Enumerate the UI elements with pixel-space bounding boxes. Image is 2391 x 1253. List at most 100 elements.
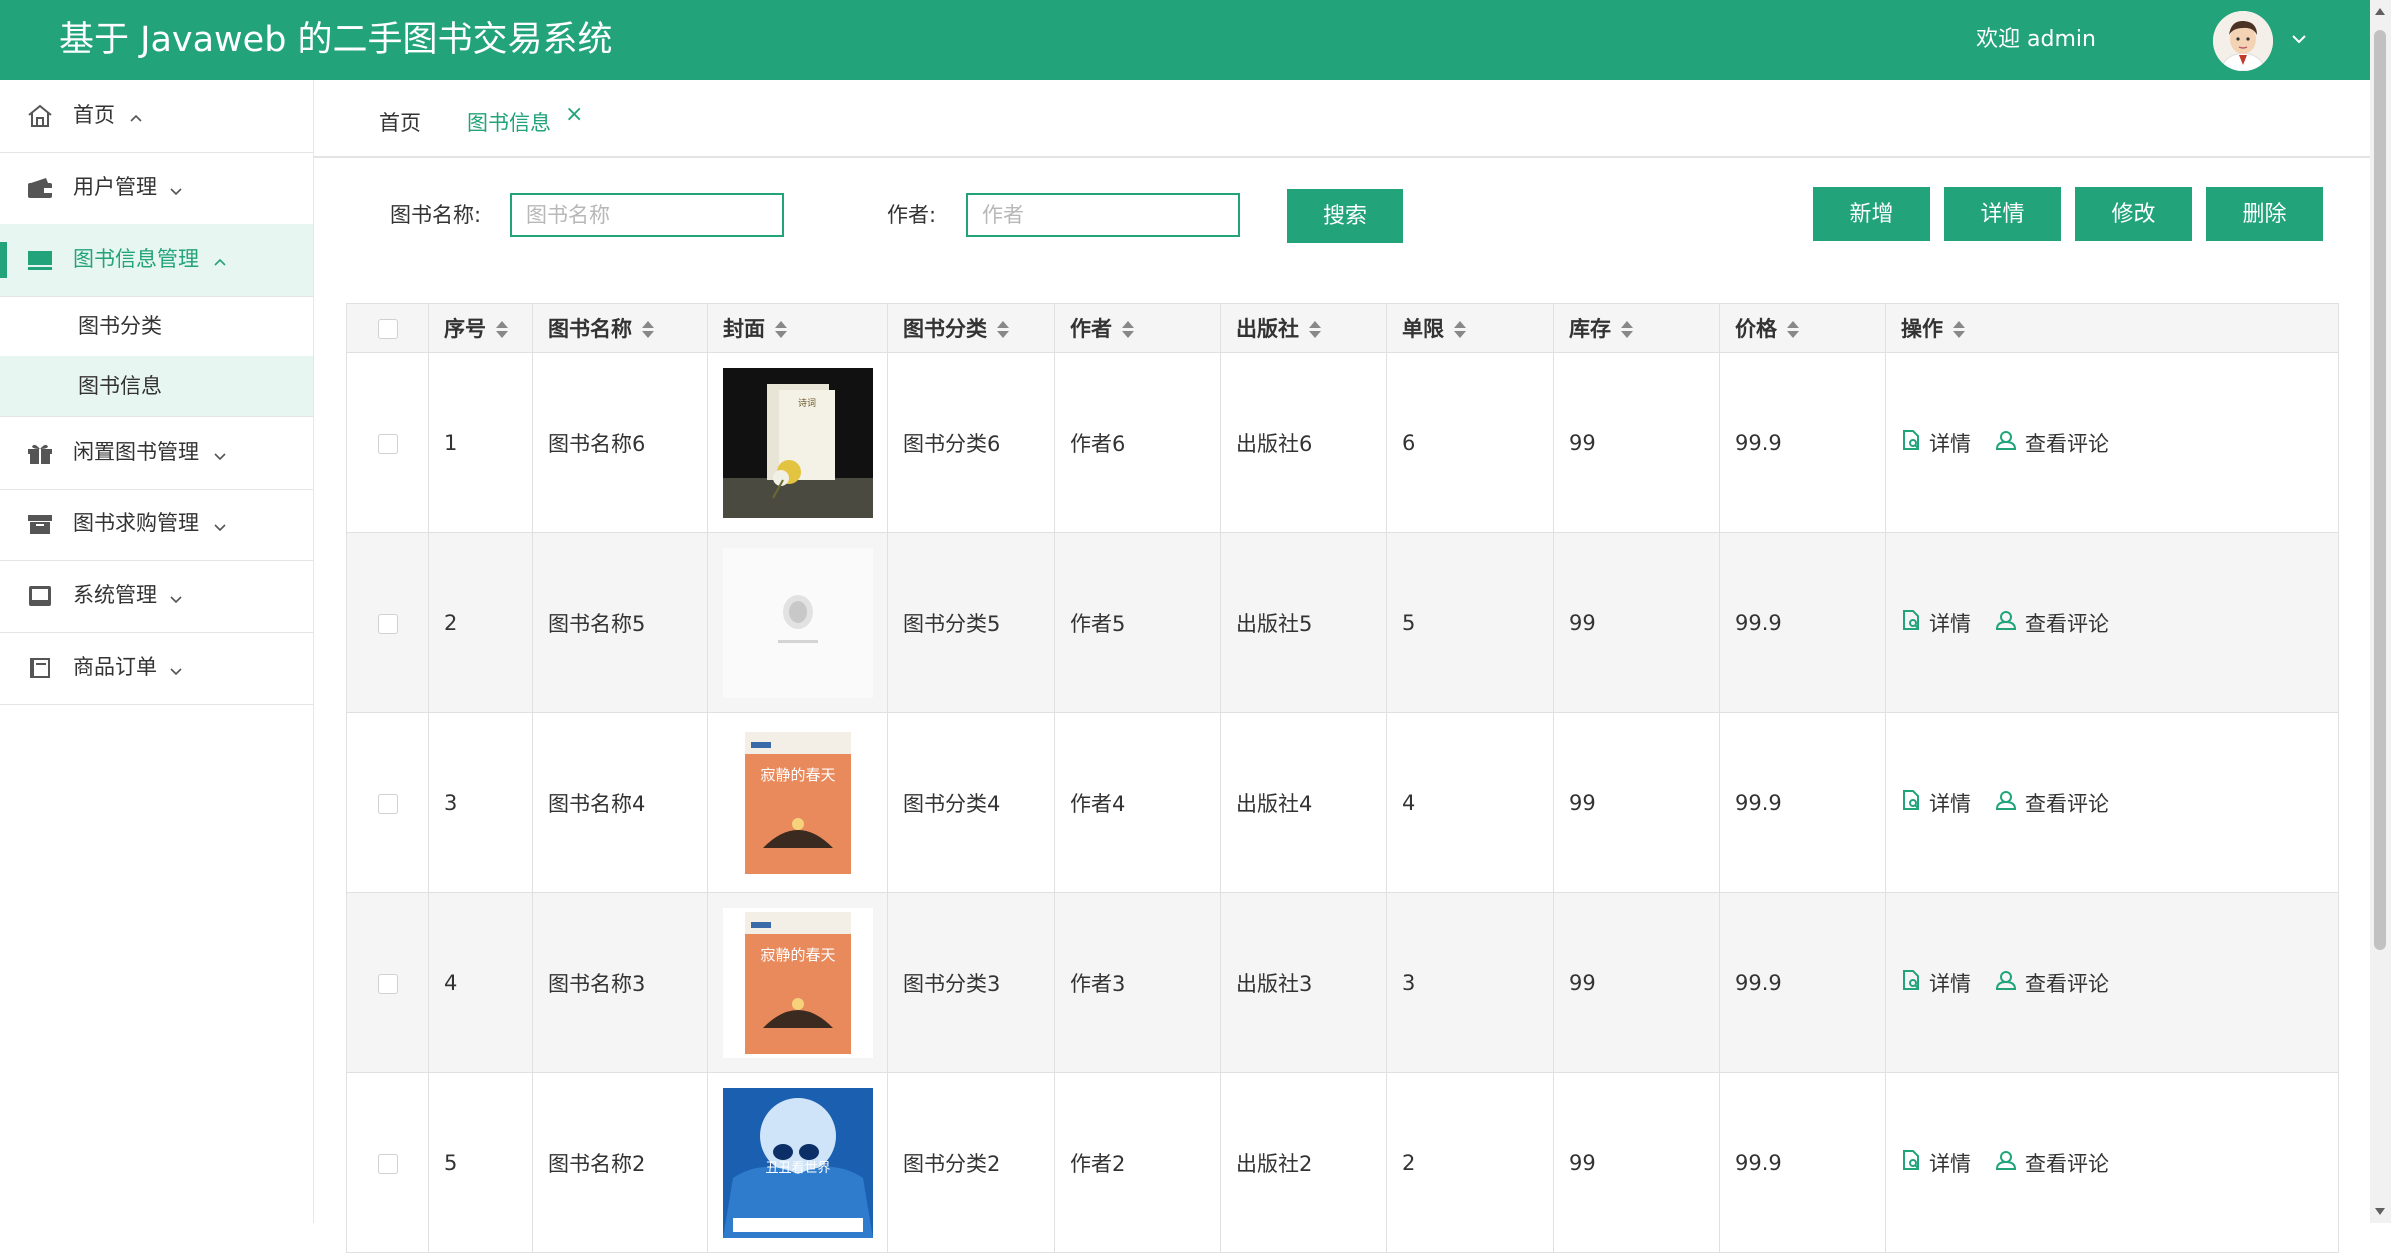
row-select-cell[interactable] (346, 892, 429, 1073)
select-all-checkbox[interactable] (377, 319, 398, 339)
row-comments-link[interactable]: 查看评论 (1995, 608, 2109, 638)
sidebar-subitem-book-info[interactable]: 图书信息 (0, 356, 313, 416)
monitor-icon (26, 248, 54, 272)
row-checkbox[interactable] (377, 973, 398, 994)
col-header-no[interactable]: 序号 (428, 303, 533, 353)
row-select-cell[interactable] (346, 712, 429, 893)
row-select-cell[interactable] (346, 532, 429, 713)
close-icon[interactable]: × (565, 102, 583, 127)
sidebar-subitem-label: 图书信息 (78, 374, 162, 398)
row-comments-link[interactable]: 查看评论 (1995, 1148, 2109, 1178)
cell-publisher: 出版社2 (1220, 1072, 1387, 1253)
row-checkbox[interactable] (377, 793, 398, 814)
cell-publisher: 出版社5 (1220, 532, 1387, 713)
row-comments-link[interactable]: 查看评论 (1995, 968, 2109, 998)
scroll-up-icon[interactable] (2375, 8, 2385, 15)
sort-icon[interactable] (1953, 321, 1965, 339)
row-checkbox[interactable] (377, 1153, 398, 1174)
col-header-category[interactable]: 图书分类 (887, 303, 1055, 353)
sidebar: 首页 用户管理 图书信息管理 图书分类 图书信息 闲置图书管理 图书求购管理 系… (0, 80, 314, 1223)
delete-button[interactable]: 删除 (2206, 187, 2323, 241)
sort-icon[interactable] (775, 321, 787, 339)
sidebar-item-system[interactable]: 系统管理 (0, 560, 313, 633)
row-detail-link[interactable]: 详情 (1901, 1148, 1971, 1178)
sidebar-item-book-wanted[interactable]: 图书求购管理 (0, 488, 313, 561)
sort-icon[interactable] (642, 321, 654, 339)
cell-no: 4 (428, 892, 533, 1073)
book-name-input[interactable] (510, 193, 784, 237)
row-comments-link[interactable]: 查看评论 (1995, 788, 2109, 818)
row-select-cell[interactable] (346, 352, 429, 533)
avatar[interactable] (2213, 11, 2273, 71)
cover-image[interactable]: 诗词 (723, 367, 887, 518)
sort-icon[interactable] (1621, 321, 1633, 339)
author-input[interactable] (966, 193, 1240, 237)
sort-icon[interactable] (496, 321, 508, 339)
scroll-thumb[interactable] (2374, 30, 2386, 950)
col-header-actions[interactable]: 操作 (1885, 303, 2339, 353)
cell-limit: 3 (1386, 892, 1554, 1073)
col-header-author[interactable]: 作者 (1054, 303, 1221, 353)
table-header-row: 序号 图书名称 封面 图书分类 作者 出版社 单限 库存 价格 操作 (346, 303, 2339, 353)
sidebar-item-orders[interactable]: 商品订单 (0, 632, 313, 705)
table-row[interactable]: 1 图书名称6 诗词 图书分类6 作者6 出版社6 6 99 99.9 详情 查看评论 (346, 352, 2339, 533)
col-header-stock[interactable]: 库存 (1553, 303, 1720, 353)
home-icon (26, 104, 54, 128)
wallet-icon (26, 176, 54, 200)
sort-icon[interactable] (997, 321, 1009, 339)
table-row[interactable]: 2 图书名称5 图书分类5 作者5 出版社5 5 99 99.9 详情 查看评论 (346, 532, 2339, 713)
cell-no: 1 (428, 352, 533, 533)
sidebar-item-label: 图书信息管理 (73, 247, 199, 271)
cover-image[interactable]: 寂静的春天 (723, 727, 887, 878)
row-comments-link[interactable]: 查看评论 (1995, 428, 2109, 458)
col-header-publisher[interactable]: 出版社 (1220, 303, 1387, 353)
sort-icon[interactable] (1122, 321, 1134, 339)
user-menu-chevron-icon[interactable] (2290, 30, 2308, 52)
table-row[interactable]: 4 图书名称3 寂静的春天 图书分类3 作者3 出版社3 3 99 99.9 详情 查看评论 (346, 892, 2339, 1073)
sort-icon[interactable] (1787, 321, 1799, 339)
select-all-cell[interactable] (346, 303, 429, 353)
col-header-price[interactable]: 价格 (1719, 303, 1886, 353)
col-header-cover[interactable]: 封面 (707, 303, 888, 353)
sidebar-item-label: 图书求购管理 (73, 511, 199, 535)
row-detail-link[interactable]: 详情 (1901, 968, 1971, 998)
row-checkbox[interactable] (377, 613, 398, 634)
scroll-down-icon[interactable] (2375, 1208, 2385, 1215)
row-detail-link[interactable]: 详情 (1901, 788, 1971, 818)
cover-image[interactable]: 寂静的春天 (723, 907, 887, 1058)
sort-icon[interactable] (1454, 321, 1466, 339)
table-row[interactable]: 5 图书名称2 丑丑看世界 图书分类2 作者2 出版社2 2 99 99.9 详情 查看评论 (346, 1072, 2339, 1253)
table-row[interactable]: 3 图书名称4 寂静的春天 图书分类4 作者4 出版社4 4 99 99.9 详情 查看评论 (346, 712, 2339, 893)
user-comment-icon (1995, 789, 2025, 816)
page-scrollbar[interactable] (2370, 0, 2391, 1223)
cover-image[interactable] (723, 547, 887, 698)
col-header-limit[interactable]: 单限 (1386, 303, 1554, 353)
cell-limit: 4 (1386, 712, 1554, 893)
add-button[interactable]: 新增 (1813, 187, 1930, 241)
cell-category: 图书分类2 (887, 1072, 1055, 1253)
sidebar-subitem-book-category[interactable]: 图书分类 (0, 296, 313, 356)
cell-actions: 详情 查看评论 (1885, 1072, 2339, 1253)
cell-price: 99.9 (1719, 712, 1886, 893)
sidebar-item-home[interactable]: 首页 (0, 80, 313, 153)
sort-icon[interactable] (1309, 321, 1321, 339)
row-detail-link[interactable]: 详情 (1901, 608, 1971, 638)
cell-limit: 5 (1386, 532, 1554, 713)
edit-button[interactable]: 修改 (2075, 187, 2192, 241)
search-button[interactable]: 搜索 (1287, 189, 1403, 243)
row-detail-link[interactable]: 详情 (1901, 428, 1971, 458)
sidebar-item-book-info[interactable]: 图书信息管理 (0, 224, 313, 297)
tab-book-info[interactable]: 图书信息 (467, 108, 551, 138)
col-header-name[interactable]: 图书名称 (532, 303, 708, 353)
sidebar-item-users[interactable]: 用户管理 (0, 152, 313, 225)
cover-image[interactable]: 丑丑看世界 (723, 1087, 887, 1238)
detail-button[interactable]: 详情 (1944, 187, 2061, 241)
cell-cover: 寂静的春天 (707, 892, 888, 1073)
tab-home[interactable]: 首页 (379, 108, 421, 138)
active-indicator (0, 242, 7, 278)
cell-author: 作者2 (1054, 1072, 1221, 1253)
cell-category: 图书分类6 (887, 352, 1055, 533)
row-checkbox[interactable] (377, 433, 398, 454)
row-select-cell[interactable] (346, 1072, 429, 1253)
sidebar-item-idle-books[interactable]: 闲置图书管理 (0, 416, 313, 490)
